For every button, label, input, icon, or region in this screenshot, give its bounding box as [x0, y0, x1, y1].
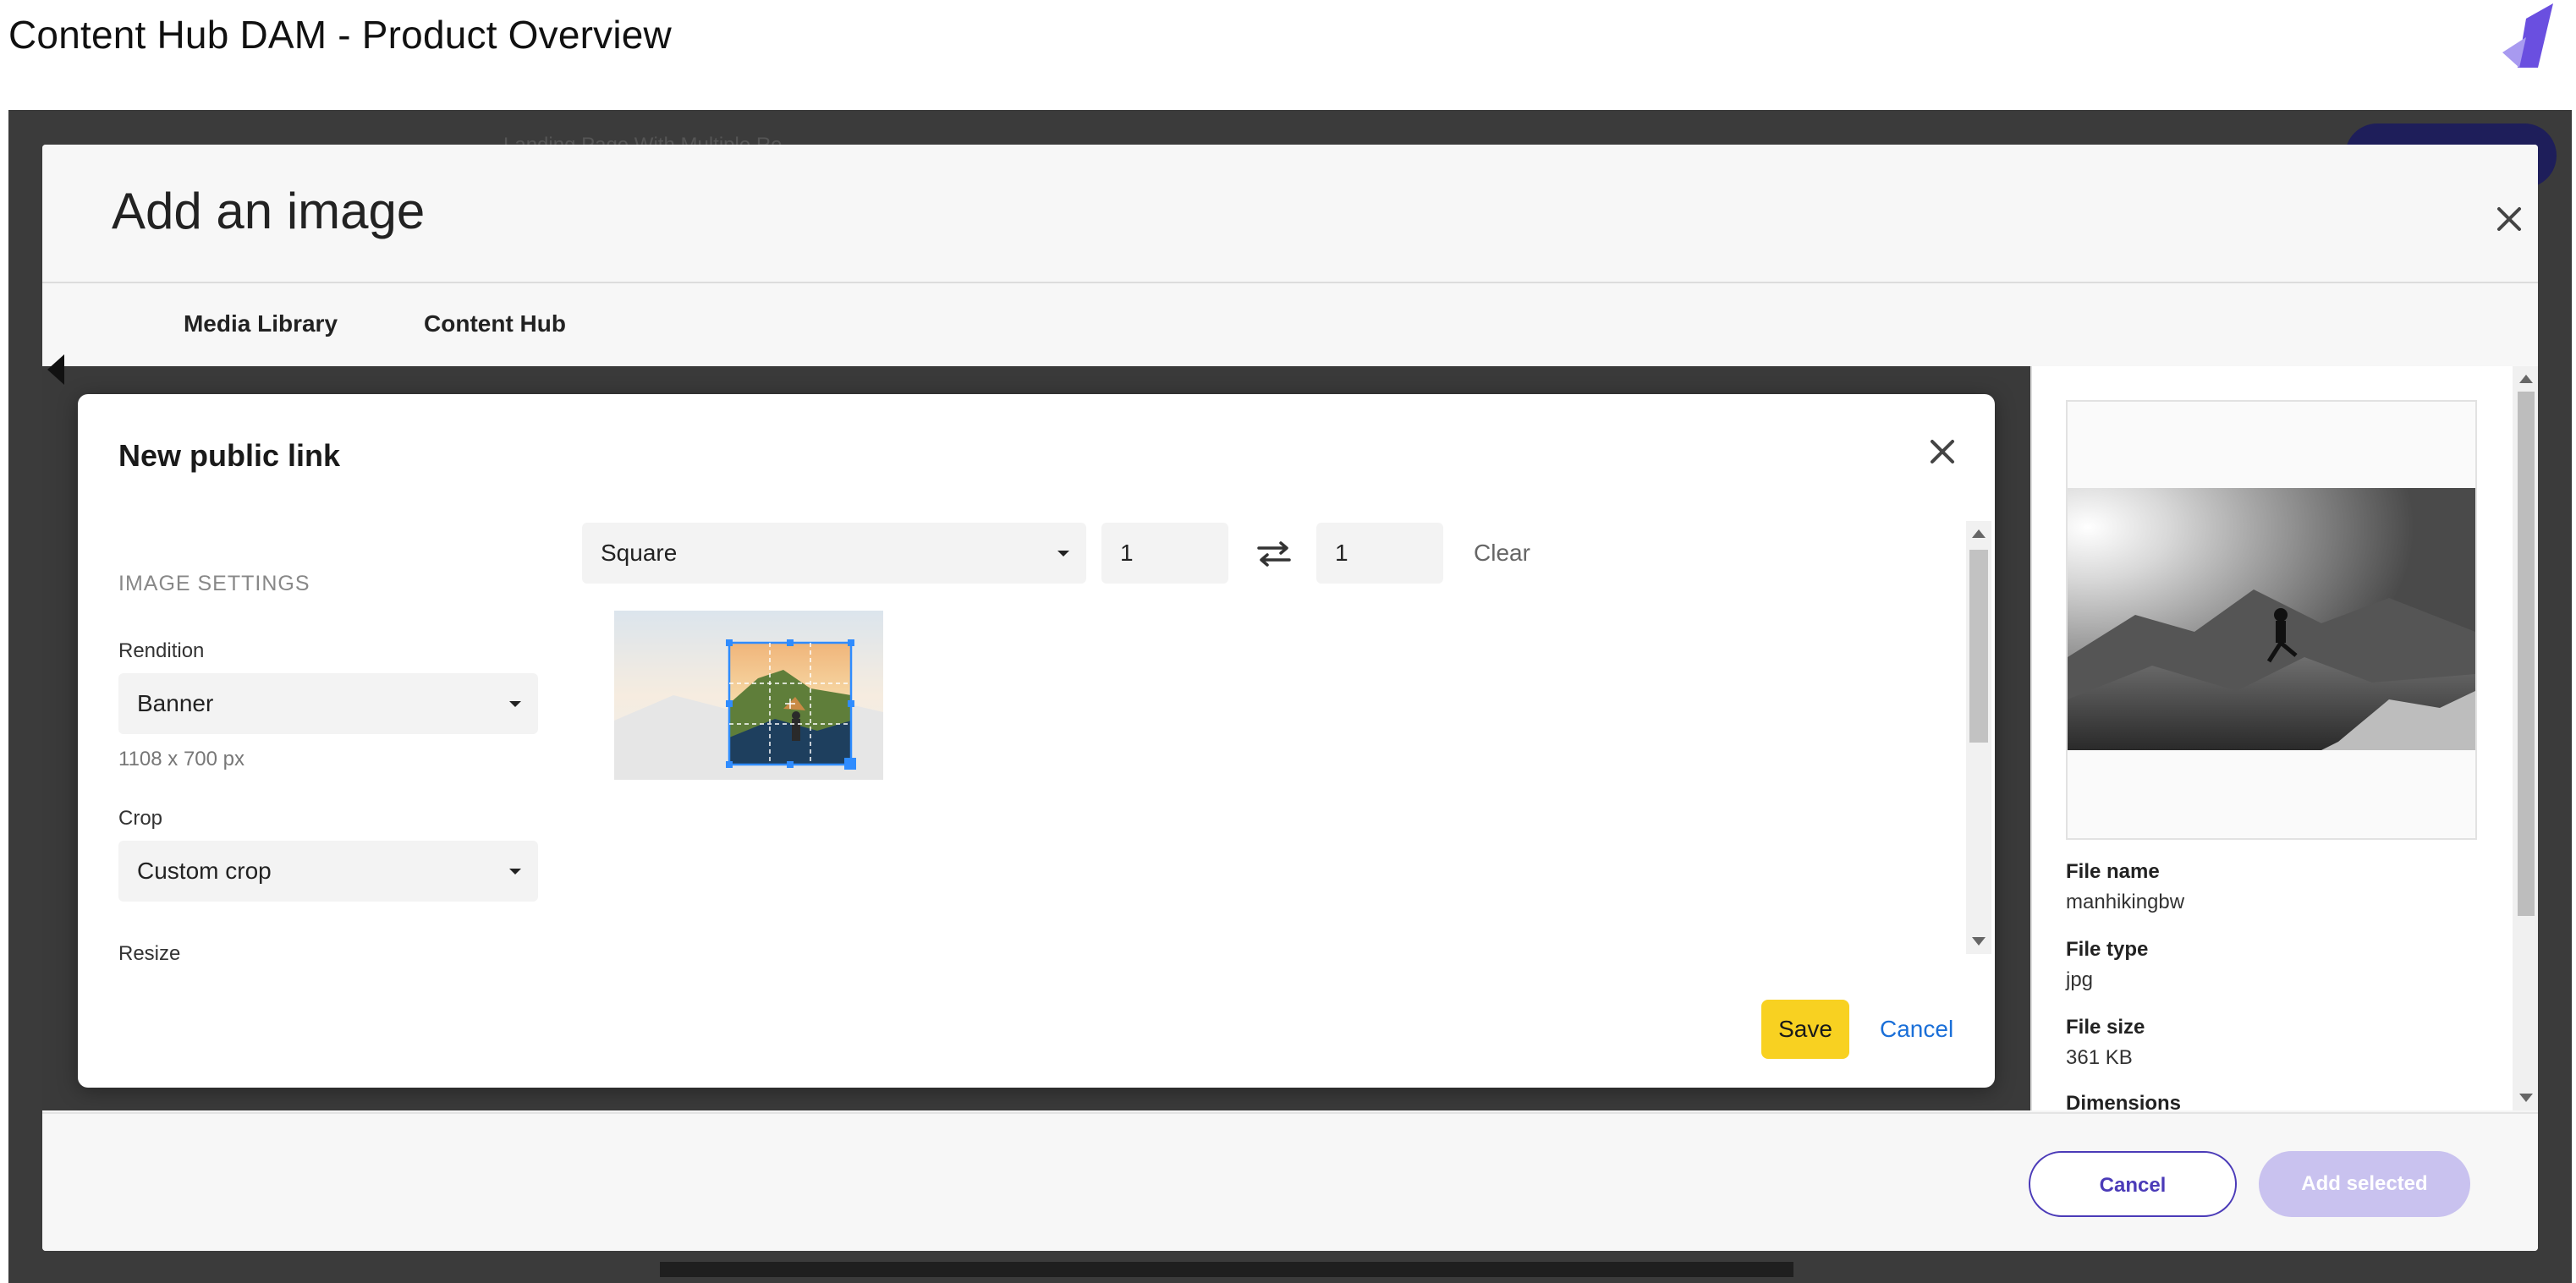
file-name-value: manhikingbw: [2066, 891, 2185, 913]
modal-footer: Cancel Add selected: [42, 1112, 2538, 1251]
aspect-width-input[interactable]: 1: [1101, 523, 1228, 584]
modal-title: Add an image: [112, 183, 426, 239]
rendition-size-hint: 1108 x 700 px: [118, 748, 245, 770]
scroll-up-icon[interactable]: [2519, 375, 2533, 383]
details-scrollbar[interactable]: [2513, 366, 2538, 1110]
scroll-down-icon[interactable]: [2519, 1094, 2533, 1102]
scroll-down-icon[interactable]: [1972, 937, 1986, 946]
rendition-select[interactable]: Banner: [118, 673, 538, 734]
page-title: Content Hub DAM - Product Overview: [8, 13, 672, 57]
settings-scroll-thumb[interactable]: [1969, 550, 1988, 743]
file-type-value: jpg: [2066, 968, 2094, 991]
crop-value: Custom crop: [137, 858, 272, 884]
modal-header: Add an image: [42, 145, 2538, 283]
swap-icon[interactable]: [1255, 540, 1293, 568]
aspect-height-input[interactable]: 1: [1316, 523, 1443, 584]
hiker-photo-image: [2068, 488, 2475, 750]
dimensions-label: Dimensions: [2066, 1092, 2182, 1110]
new-public-link-dialog: New public link IMAGE SETTINGS Rendition…: [78, 394, 1995, 1088]
image-settings-heading: IMAGE SETTINGS: [118, 572, 310, 595]
cancel-button[interactable]: Cancel: [2029, 1151, 2237, 1217]
asset-details-panel: File name manhikingbw File type jpg File…: [2030, 366, 2538, 1110]
chevron-down-icon: [1057, 551, 1069, 557]
clear-link[interactable]: Clear: [1474, 540, 1530, 567]
add-selected-button[interactable]: Add selected: [2259, 1151, 2470, 1217]
crop-label: Crop: [118, 807, 163, 830]
resize-label: Resize: [118, 942, 181, 961]
save-button[interactable]: Save: [1761, 1000, 1849, 1059]
dialog-title: New public link: [118, 438, 341, 473]
details-scroll-thumb[interactable]: [2518, 392, 2535, 916]
settings-scrollbar[interactable]: [1966, 521, 1991, 954]
background-horizontal-scrollbar[interactable]: [660, 1262, 1793, 1277]
close-dialog-icon[interactable]: [1922, 431, 1963, 472]
source-tabs: Media Library Content Hub: [42, 283, 2538, 370]
rendition-label: Rendition: [118, 639, 205, 662]
scroll-up-icon[interactable]: [1972, 529, 1986, 538]
collapse-arrow-icon[interactable]: [47, 354, 64, 385]
aspect-preset-select[interactable]: Square: [582, 523, 1086, 584]
close-modal-icon[interactable]: [2487, 197, 2531, 241]
crop-select[interactable]: Custom crop: [118, 841, 538, 902]
aspect-preset-value: Square: [601, 540, 678, 566]
file-name-label: File name: [2066, 860, 2160, 883]
file-type-label: File type: [2066, 938, 2149, 961]
file-size-value: 361 KB: [2066, 1046, 2133, 1069]
brand-logo-icon: [2502, 3, 2553, 68]
asset-preview: [2066, 400, 2477, 840]
file-size-label: File size: [2066, 1016, 2145, 1039]
rendition-value: Banner: [137, 690, 214, 716]
chevron-down-icon: [509, 701, 521, 707]
chevron-down-icon: [509, 869, 521, 875]
tab-content-hub[interactable]: Content Hub: [360, 283, 629, 370]
cancel-link[interactable]: Cancel: [1880, 1000, 1953, 1059]
crop-editor[interactable]: [614, 611, 883, 780]
